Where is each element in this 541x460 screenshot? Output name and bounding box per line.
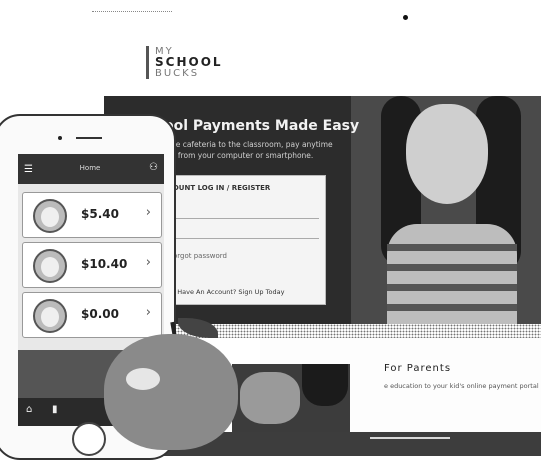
hero-photo-face [406,104,488,204]
chevron-right-icon: › [145,255,151,270]
balance-amount: $10.40 [81,257,128,271]
photo-hair [302,364,348,406]
login-form: DUNT LOG IN / REGISTER l l orgot passwor… [168,175,326,305]
hero-tagline: the cafeteria to the classroom, pay anyt… [168,140,333,149]
chevron-right-icon: › [145,205,151,220]
monitor-edge [92,11,172,12]
student-balance-row[interactable]: $10.40 › [22,242,162,288]
password-input[interactable] [173,226,319,239]
hero-title: ool Payments Made Easy [164,118,360,134]
phone-home-button[interactable] [72,422,106,456]
shirt-stripe [387,264,517,271]
parents-photo [232,364,350,432]
balance-amount: $5.40 [81,207,119,221]
site-logo[interactable]: MY SCHOOL BUCKS [146,46,223,79]
home-tab-icon[interactable]: ⌂ [26,404,32,415]
monitor-camera [403,15,408,20]
shirt-stripe [387,284,517,291]
photo-face [240,372,300,424]
hero-photo-girl [351,96,541,324]
student-avatar [33,199,67,233]
student-avatar [33,299,67,333]
app-header: ☰ Home ⚇ [18,154,164,184]
phone-camera [58,136,62,140]
user-icon[interactable]: ⚇ [149,162,158,173]
login-heading: DUNT LOG IN / REGISTER [173,184,271,192]
apple-highlight [126,368,160,390]
username-input[interactable] [173,206,319,219]
logo-bucks-text: BUCKS [155,68,200,79]
student-balance-row[interactable]: $5.40 › [22,192,162,238]
menu-icon[interactable]: ☰ [24,164,33,175]
logo-school-text: SCHOOL [155,55,223,69]
apple-image [104,318,240,456]
hero-photo-shirt [387,224,517,324]
balance-tab-icon[interactable]: ▮ [52,404,58,415]
footer-divider [370,437,450,439]
parents-description: e education to your kid's online payment… [384,382,539,390]
phone-speaker [76,137,102,139]
shirt-stripe [387,244,517,251]
app-header-title: Home [79,164,101,172]
apple-body [104,334,238,450]
student-avatar [33,249,67,283]
shirt-stripe [387,304,517,311]
sign-up-link[interactable]: | Have An Account? Sign Up Today [173,288,284,296]
hero-tagline: re from your computer or smartphone. [168,151,314,160]
parents-title: For Parents [384,363,452,374]
forgot-password-link[interactable]: orgot password [173,252,227,260]
